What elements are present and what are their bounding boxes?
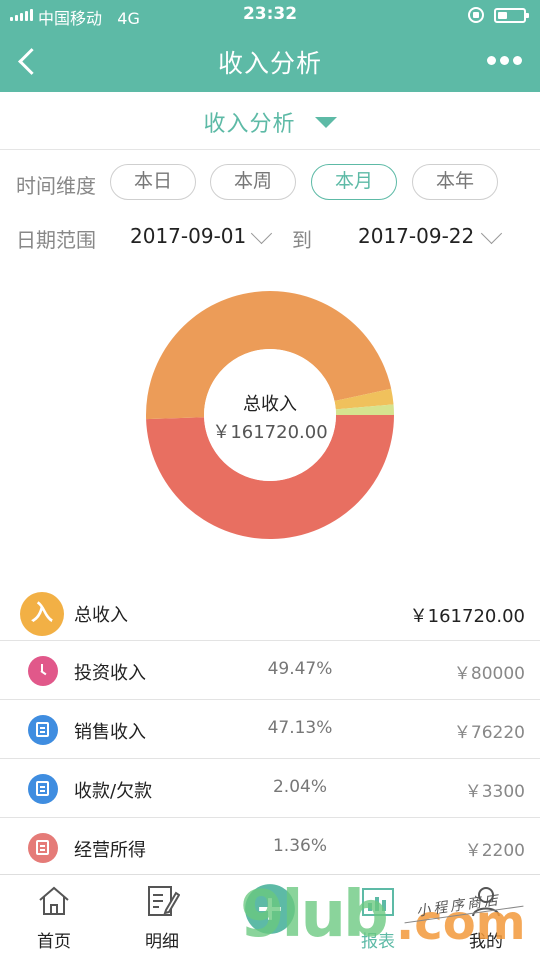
clock-icon — [28, 656, 58, 686]
item-percent: 47.13% — [267, 718, 333, 738]
document-icon — [28, 833, 58, 863]
income-breakdown-list: 入 总收入 ￥161720.00 投资收入 49.47% ￥80000 销售收入… — [0, 583, 540, 877]
item-name: 收款/欠款 — [74, 781, 153, 802]
period-pill-day[interactable]: 本日 — [110, 164, 196, 200]
item-amount: ￥76220 — [453, 723, 525, 743]
item-percent: 49.47% — [267, 659, 333, 679]
chevron-down-icon[interactable] — [250, 222, 273, 245]
item-amount: ￥2200 — [464, 841, 525, 861]
time-dimension-label: 时间维度 — [16, 174, 96, 198]
start-date-picker[interactable]: 2017-09-01 — [130, 224, 246, 248]
status-time: 23:32 — [242, 4, 298, 24]
tab-home[interactable]: 首页 — [0, 875, 108, 960]
chart-center-value: ￥161720.00 — [212, 422, 328, 443]
analysis-type-dropdown[interactable]: 收入分析 — [0, 92, 540, 150]
list-item[interactable]: 销售收入 47.13% ￥76220 — [0, 700, 540, 759]
nav-bar: 收入分析 — [0, 30, 540, 92]
item-name: 销售收入 — [74, 722, 146, 743]
date-range: 日期范围 2017-09-01 到 2017-09-22 — [0, 218, 540, 258]
item-percent: 2.04% — [272, 777, 327, 797]
end-date-picker[interactable]: 2017-09-22 — [358, 224, 474, 248]
item-amount: ￥3300 — [464, 782, 525, 802]
rotation-lock-icon — [468, 7, 484, 23]
list-item[interactable]: 投资收入 49.47% ￥80000 — [0, 641, 540, 700]
income-badge-icon: 入 — [20, 592, 64, 636]
time-dimension-selector: 时间维度 本日 本周 本月 本年 — [0, 162, 540, 204]
total-income-amount: ￥161720.00 — [409, 606, 525, 627]
period-pill-year[interactable]: 本年 — [412, 164, 498, 200]
more-options-icon[interactable] — [487, 56, 522, 65]
document-icon — [28, 715, 58, 745]
tab-label: 明细 — [145, 932, 179, 952]
date-range-label: 日期范围 — [16, 228, 96, 252]
page-title: 收入分析 — [217, 49, 322, 78]
status-bar: 中国移动 4G 23:32 — [0, 0, 540, 30]
total-income-label: 总收入 — [74, 605, 128, 626]
income-donut-chart: 总收入 ￥161720.00 — [0, 275, 540, 555]
tab-label: 首页 — [37, 932, 71, 952]
battery-icon — [494, 8, 529, 23]
list-item[interactable]: 收款/欠款 2.04% ￥3300 — [0, 759, 540, 818]
item-name: 投资收入 — [74, 663, 146, 684]
date-range-to-label: 到 — [292, 228, 312, 252]
home-icon — [39, 886, 69, 915]
tab-details[interactable]: 明细 — [108, 875, 216, 960]
edit-document-icon — [148, 886, 180, 916]
chevron-down-icon[interactable] — [480, 222, 503, 245]
dropdown-label: 收入分析 — [203, 112, 296, 137]
item-amount: ￥80000 — [453, 664, 525, 684]
item-name: 经营所得 — [74, 840, 146, 861]
watermark-logo: 9lub — [240, 878, 389, 952]
document-icon — [28, 774, 58, 804]
list-item[interactable]: 经营所得 1.36% ￥2200 — [0, 818, 540, 877]
chart-center-title: 总收入 — [243, 394, 297, 415]
item-percent: 1.36% — [272, 836, 327, 856]
period-pill-week[interactable]: 本周 — [210, 164, 296, 200]
period-pill-month[interactable]: 本月 — [311, 164, 397, 200]
caret-down-icon — [314, 117, 337, 128]
total-income-row[interactable]: 入 总收入 ￥161720.00 — [0, 583, 540, 641]
